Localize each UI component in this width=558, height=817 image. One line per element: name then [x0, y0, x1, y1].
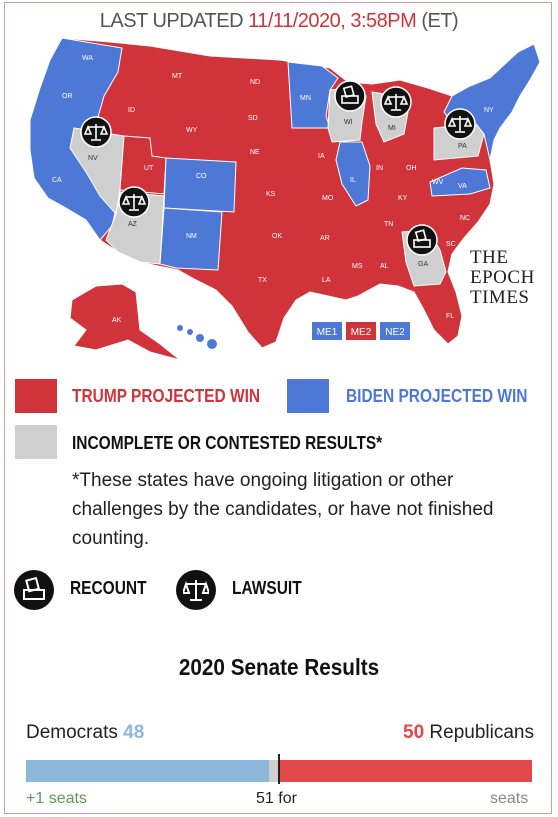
republicans-count: 50 Republicans [403, 722, 534, 744]
watermark-line-3: TIMES [470, 287, 530, 308]
legend-label-lawsuit: LAWSUIT [232, 578, 302, 598]
state-label-ms: MS [352, 263, 363, 270]
state-label-ga: GA [418, 261, 428, 268]
state-label-ar: AR [320, 235, 330, 242]
state-label-nv: NV [88, 155, 98, 162]
state-label-il: IL [350, 177, 356, 184]
marker-pa-lawsuit[interactable] [444, 108, 476, 140]
state-label-la: LA [322, 277, 331, 284]
state-label-sd: SD [248, 115, 258, 122]
state-label-co: CO [196, 173, 207, 180]
watermark-line-2: EPOCH [470, 267, 535, 288]
state-label-sc: SC [446, 241, 456, 248]
state-label-wi: WI [344, 119, 353, 126]
state-label-hi: HI [196, 347, 203, 354]
state-label-mi: MI [388, 125, 396, 132]
state-label-mt: MT [172, 73, 183, 80]
republicans-seats: 50 [403, 722, 425, 743]
democrats-count: Democrats 48 [26, 722, 144, 744]
state-label-nd: ND [250, 79, 260, 86]
state-label-or: OR [62, 93, 73, 100]
state-label-pa: PA [458, 143, 467, 150]
district-boxes: ME1 ME2 NE2 [312, 322, 410, 340]
state-label-az: AZ [128, 221, 138, 228]
state-label-mn: MN [300, 95, 311, 102]
state-label-ny: NY [484, 107, 494, 114]
senate-title: 2020 Senate Results [178, 654, 380, 680]
legend-swatch-biden [287, 379, 329, 413]
state-alaska [69, 283, 181, 361]
state-hawaii [177, 325, 217, 349]
legend-label-recount: RECOUNT [70, 578, 147, 598]
state-label-ca: CA [52, 177, 62, 184]
state-label-ut: UT [144, 165, 154, 172]
state-label-ks: KS [266, 191, 276, 198]
lawsuit-icon [176, 570, 216, 610]
marker-az-lawsuit[interactable] [118, 186, 150, 218]
senate-majority-line [278, 754, 280, 784]
state-label-ia: IA [318, 153, 325, 160]
district-ne2: NE2 [385, 327, 405, 338]
us-election-map: ME1 ME2 NE2 WA OR CA NV ID MT WY UT AZ C… [29, 37, 541, 361]
marker-nv-lawsuit[interactable] [80, 116, 112, 148]
state-label-mo: MO [322, 195, 334, 202]
state-label-tn: TN [384, 221, 393, 228]
state-label-ne: NE [250, 149, 260, 156]
state-label-ak: AK [112, 317, 122, 324]
state-label-ky: KY [398, 195, 408, 202]
republicans-change: seats [490, 790, 529, 807]
state-label-wv: WV [432, 179, 444, 186]
legend-swatch-contested [15, 425, 57, 459]
state-label-oh: OH [406, 165, 417, 172]
state-label-al: AL [380, 263, 389, 270]
watermark-line-1: THE [470, 247, 509, 268]
marker-mi-lawsuit[interactable] [380, 86, 412, 118]
democrats-label: Democrats [26, 722, 118, 743]
senate-bar-democrats [26, 760, 269, 782]
state-label-wa: WA [82, 55, 93, 62]
state-colorado [163, 157, 237, 213]
epoch-times-watermark: THE EPOCH TIMES [470, 248, 550, 308]
state-label-nc: NC [460, 215, 470, 222]
litigation-footnote: *These states have ongoing litigation or… [72, 470, 494, 549]
district-me1: ME1 [317, 327, 338, 338]
state-label-in: IN [376, 165, 383, 172]
state-label-nm: NM [186, 233, 197, 240]
marker-ga-recount[interactable] [406, 224, 438, 256]
state-label-ok: OK [272, 233, 282, 240]
senate-bar-republicans [279, 760, 532, 782]
republicans-label: Republicans [429, 722, 534, 743]
legend-label-biden: BIDEN PROJECTED WIN [346, 386, 528, 406]
state-label-wy: WY [186, 127, 198, 134]
legend-swatch-trump [15, 379, 57, 413]
democrats-seats: 48 [123, 722, 145, 743]
recount-icon [14, 570, 54, 610]
state-label-fl: FL [446, 313, 454, 320]
district-me2: ME2 [351, 327, 372, 338]
democrats-change: +1 seats [26, 790, 87, 807]
majority-threshold: 51 for [256, 790, 297, 807]
marker-wi-recount[interactable] [334, 80, 366, 112]
legend-label-trump: TRUMP PROJECTED WIN [72, 386, 261, 406]
state-label-id: ID [128, 107, 135, 114]
state-label-tx: TX [258, 277, 267, 284]
state-label-va: VA [458, 183, 467, 190]
legend-label-contested: INCOMPLETE OR CONTESTED RESULTS* [72, 433, 383, 453]
